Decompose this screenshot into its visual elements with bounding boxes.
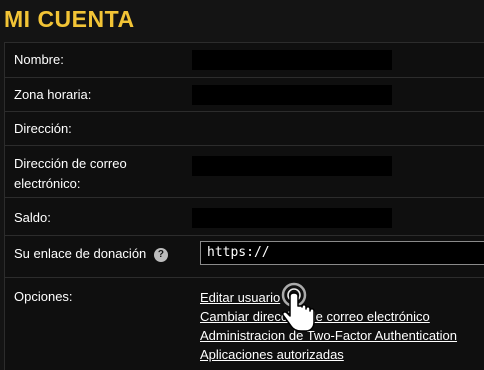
two-factor-link[interactable]: Administracion de Two-Factor Authenticat…: [200, 327, 457, 345]
opciones-label: Opciones:: [14, 289, 73, 304]
correo-label-line1: Dirección de correo: [14, 156, 127, 171]
nombre-label: Nombre:: [14, 52, 64, 67]
authorized-apps-link[interactable]: Aplicaciones autorizadas: [200, 346, 344, 364]
saldo-value-redacted: [192, 208, 392, 228]
saldo-label: Saldo:: [14, 210, 51, 225]
row-opciones: Opciones: Editar usuario Cambiar direcci…: [5, 277, 484, 370]
correo-label-line2: electrónico:: [14, 176, 81, 191]
nombre-value-redacted: [192, 50, 392, 70]
row-donacion: Su enlace de donación ? https://: [5, 235, 484, 278]
row-zona-horaria: Zona horaria:: [5, 77, 484, 112]
donation-link-field[interactable]: https://: [200, 241, 484, 265]
donacion-label-wrap: Su enlace de donación ?: [14, 244, 168, 264]
page-title: MI CUENTA: [4, 6, 135, 32]
edit-user-link[interactable]: Editar usuario: [200, 289, 280, 307]
row-saldo: Saldo:: [5, 197, 484, 236]
row-correo: Dirección de correo electrónico:: [5, 145, 484, 198]
help-icon[interactable]: ?: [153, 247, 168, 262]
hand-pointer-cursor-icon: [281, 282, 315, 332]
row-nombre: Nombre:: [5, 43, 484, 78]
row-direccion: Dirección:: [5, 111, 484, 146]
direccion-label: Dirección:: [14, 121, 72, 136]
donacion-label: Su enlace de donación: [14, 246, 147, 261]
account-panel: Nombre: Zona horaria: Dirección: Direcci…: [4, 42, 484, 370]
zona-horaria-label: Zona horaria:: [14, 87, 92, 102]
correo-value-redacted: [192, 156, 392, 176]
zona-horaria-value-redacted: [192, 85, 392, 105]
